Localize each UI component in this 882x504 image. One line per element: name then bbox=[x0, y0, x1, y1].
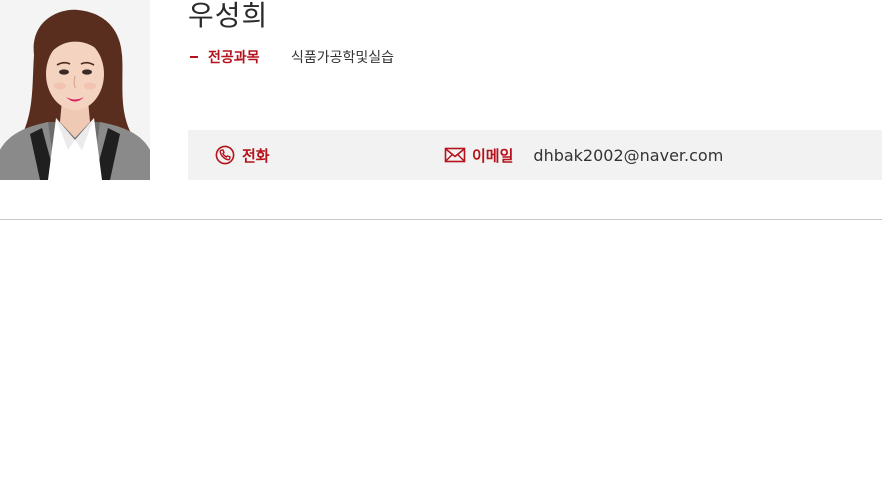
section-divider bbox=[0, 219, 882, 220]
major-value: 식품가공학및실습 bbox=[291, 50, 395, 66]
mail-icon bbox=[444, 144, 466, 166]
contact-bar: 전화 이메일 dhbak2002@naver.com bbox=[188, 130, 882, 180]
major-bullet bbox=[190, 56, 198, 58]
email-label: 이메일 bbox=[472, 146, 514, 165]
profile-photo bbox=[0, 0, 150, 180]
professor-profile-card: 우성희 전공과목 식품가공학및실습 전화 이메일 dhbak2002@naver… bbox=[0, 0, 882, 180]
profile-name: 우성희 bbox=[188, 0, 269, 32]
phone-icon bbox=[214, 144, 236, 166]
major-row: 전공과목 식품가공학및실습 bbox=[190, 46, 394, 68]
phone-contact: 전화 bbox=[214, 130, 290, 180]
phone-label: 전화 bbox=[242, 146, 270, 165]
email-contact: 이메일 dhbak2002@naver.com bbox=[444, 130, 723, 180]
major-label: 전공과목 bbox=[208, 50, 260, 66]
email-value[interactable]: dhbak2002@naver.com bbox=[533, 146, 723, 165]
